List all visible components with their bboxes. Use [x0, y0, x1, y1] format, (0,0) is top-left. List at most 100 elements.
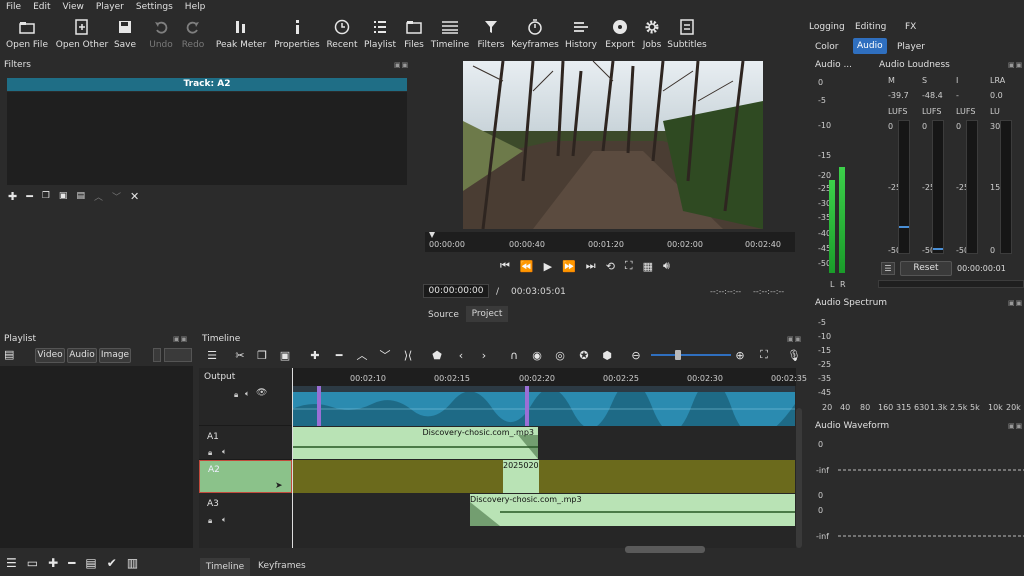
lock-icon[interactable]: 🔒︎ [208, 516, 212, 526]
grid-icon[interactable]: ▦ [643, 260, 653, 273]
playlist-menu-button-icon[interactable]: ☰ [6, 556, 17, 570]
player-playhead[interactable] [429, 232, 435, 238]
zoom-out-icon[interactable]: ⊖ [629, 348, 643, 362]
paste-icon[interactable]: ▣ [278, 348, 292, 362]
track-a1-header[interactable]: A1 🔒︎ 🔈︎ [199, 426, 292, 460]
track-a3-header[interactable]: A3 🔒︎ 🔈︎ [199, 494, 292, 528]
position-timecode[interactable]: 00:00:00:00 [423, 284, 489, 298]
mute-icon[interactable]: 🔈︎ [245, 389, 250, 399]
copy-icon[interactable]: ❐ [255, 348, 269, 362]
filters-list[interactable] [7, 92, 407, 185]
video-track-clip[interactable] [292, 386, 795, 426]
ripple-markers-icon[interactable]: ⬢ [600, 348, 614, 362]
zoom-fit-icon[interactable]: ⛶ [757, 348, 771, 362]
remove-icon[interactable]: ━ [332, 348, 346, 362]
playlist-add-icon[interactable]: ✚ [48, 556, 58, 570]
append-icon[interactable]: ✚ [308, 348, 322, 362]
ripple-all-icon[interactable]: ✪ [577, 348, 591, 362]
subtitles-button[interactable]: Subtitles [667, 16, 707, 56]
lift-icon[interactable]: ︿ [355, 348, 369, 362]
video-track-header[interactable]: 🔒︎ 🔈︎ 👁︎ [199, 386, 292, 426]
deselect-filter-icon[interactable]: ✕ [130, 190, 139, 203]
filters-button[interactable]: Filters [478, 16, 505, 56]
playlist-search-input[interactable] [164, 348, 192, 362]
playlist-window-buttons[interactable]: ▣▣ [173, 335, 188, 343]
undo-button[interactable]: Undo [148, 16, 174, 56]
zoom-in-icon[interactable]: ⊕ [733, 348, 747, 362]
lock-icon[interactable]: 🔒︎ [234, 390, 238, 400]
timeline-window-buttons[interactable]: ▣▣ [787, 335, 802, 343]
playlist-update-icon[interactable]: ▤ [85, 556, 96, 570]
playlist-list[interactable] [0, 366, 193, 548]
playlist-video-button[interactable]: Video [35, 348, 65, 363]
open-file-button[interactable]: Open File [6, 16, 48, 56]
menu-file[interactable]: File [6, 2, 21, 12]
move-up-icon[interactable]: ︿ [94, 190, 103, 203]
next-marker-icon[interactable]: › [477, 348, 491, 362]
export-button[interactable]: Export [605, 16, 635, 56]
redo-button[interactable]: Redo [180, 16, 206, 56]
layout-logging-tab[interactable]: Logging [809, 22, 845, 32]
eye-icon[interactable]: 👁︎ [256, 388, 267, 398]
playlist-image-button[interactable]: Image [99, 348, 131, 363]
properties-button[interactable]: Properties [274, 16, 320, 56]
split-icon[interactable]: ⟩⟨ [401, 348, 415, 362]
scrub-icon[interactable]: ◉ [530, 348, 544, 362]
volume-icon[interactable]: 🔊︎ [663, 259, 670, 273]
previous-marker-icon[interactable]: ‹ [454, 348, 468, 362]
track-a2-lane[interactable]: 20250201- [292, 460, 795, 493]
open-other-button[interactable]: Open Other [56, 16, 108, 56]
menu-player[interactable]: Player [96, 2, 124, 12]
track-a3-clip[interactable]: Discovery-chosic.com_.mp3 [470, 494, 795, 526]
fast-forward-icon[interactable]: ⏩ [562, 260, 576, 273]
overwrite-icon[interactable]: ﹀ [378, 348, 392, 362]
menu-settings[interactable]: Settings [136, 2, 173, 12]
record-audio-icon[interactable]: 🎙︎ [787, 348, 801, 362]
track-a2-header[interactable]: A2 ➤ [199, 460, 292, 493]
timeline-button[interactable]: Timeline [431, 16, 469, 56]
video-preview[interactable] [463, 61, 763, 229]
lock-icon[interactable]: 🔒︎ [208, 448, 212, 458]
filters-panel-window-buttons[interactable]: ▣▣ [394, 61, 409, 69]
menu-view[interactable]: View [63, 2, 84, 12]
waveform-window-buttons[interactable]: ▣▣ [1008, 422, 1023, 430]
playlist-button[interactable]: Playlist [364, 16, 396, 56]
playlist-remove-icon[interactable]: ━ [68, 556, 75, 570]
playlist-menu-icon[interactable]: ▤ [4, 348, 16, 361]
playlist-toggle[interactable] [153, 348, 161, 362]
layout-player-tab[interactable]: Player [897, 42, 925, 52]
loudness-scrollbar[interactable] [878, 280, 1024, 288]
copy-filter-icon[interactable]: ❐ [42, 191, 50, 201]
player-scrub-ruler[interactable]: 00:00:00 00:00:40 00:01:20 00:02:00 00:0… [425, 232, 795, 252]
timeline-playhead[interactable] [292, 368, 293, 548]
jobs-button[interactable]: Jobs [640, 16, 664, 56]
playlist-audio-button[interactable]: Audio [67, 348, 97, 363]
peak-meter-button[interactable]: Peak Meter [216, 16, 266, 56]
playlist-list-view-icon[interactable]: ▥ [127, 556, 138, 570]
files-button[interactable]: Files [403, 16, 425, 56]
remove-filter-icon[interactable]: ━ [26, 190, 33, 203]
tab-source[interactable]: Source [428, 310, 459, 320]
menu-edit[interactable]: Edit [33, 2, 50, 12]
add-filter-icon[interactable]: ✚ [8, 190, 17, 203]
loudness-window-buttons[interactable]: ▣▣ [1008, 61, 1023, 69]
marker-icon[interactable]: ⬟ [430, 348, 444, 362]
mute-icon[interactable]: 🔈︎ [222, 515, 227, 525]
loudness-reset-button[interactable]: Reset [900, 261, 952, 276]
tab-project[interactable]: Project [466, 306, 508, 322]
zoom-slider[interactable] [651, 354, 731, 356]
playlist-open-icon[interactable]: ▭ [27, 556, 38, 570]
save-button[interactable]: Save [113, 16, 137, 56]
timeline-vertical-scrollbar[interactable] [796, 408, 802, 548]
timeline-menu-icon[interactable]: ☰ [205, 348, 219, 362]
spectrum-window-buttons[interactable]: ▣▣ [1008, 299, 1023, 307]
timeline-ruler[interactable]: 00:02:10 00:02:15 00:02:20 00:02:25 00:0… [292, 368, 807, 386]
transition-marker[interactable] [317, 386, 321, 426]
loudness-menu-icon[interactable]: ☰ [881, 262, 895, 275]
playlist-check-icon[interactable]: ✔ [107, 556, 117, 570]
rewind-icon[interactable]: ⏪ [520, 260, 534, 273]
timeline-horizontal-scrollbar[interactable] [625, 546, 705, 553]
snap-icon[interactable]: ∩ [507, 348, 521, 362]
layout-color-tab[interactable]: Color [815, 42, 839, 52]
save-preset-icon[interactable]: ▤ [76, 191, 85, 201]
